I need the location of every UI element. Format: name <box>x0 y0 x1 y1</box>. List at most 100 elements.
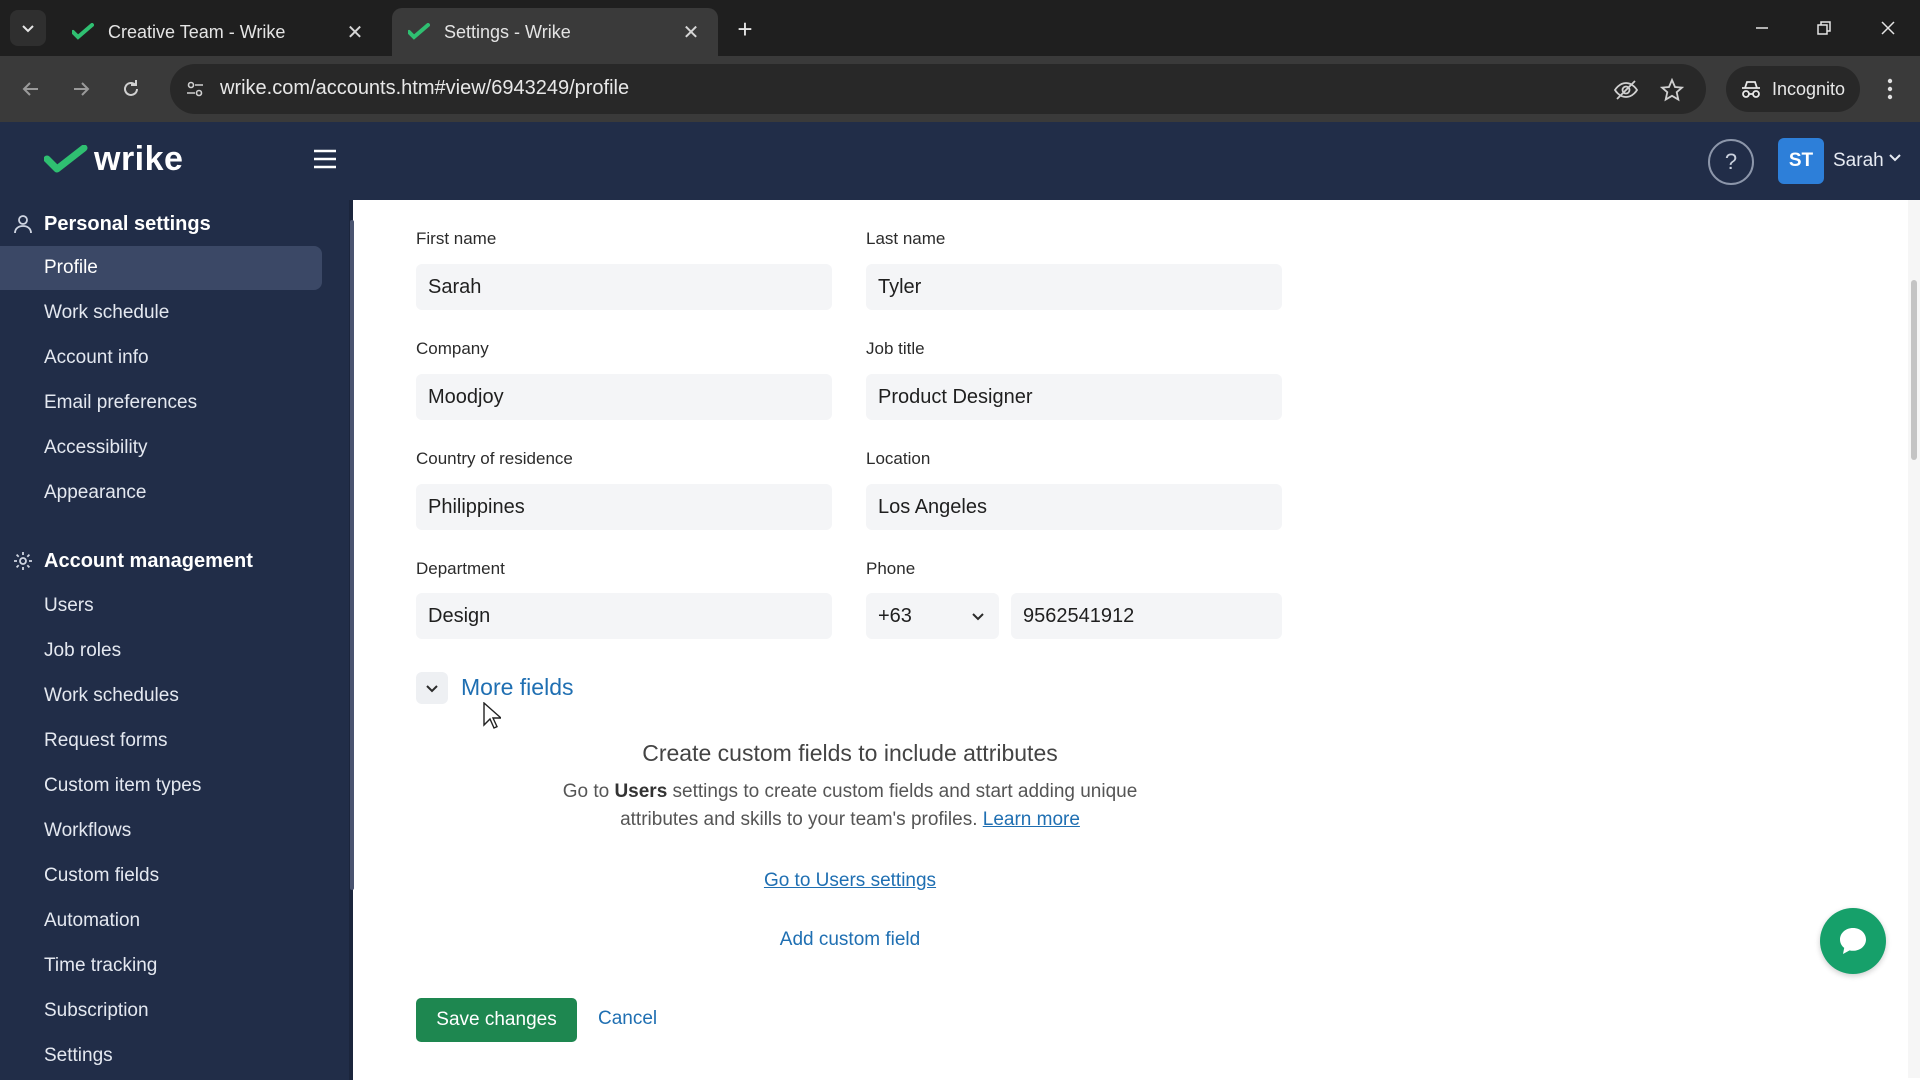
sidebar-item-subscription[interactable]: Subscription <box>0 989 322 1033</box>
wrike-favicon-icon <box>72 21 94 43</box>
sidebar-item-label: Request forms <box>44 730 168 751</box>
sidebar-item-work-schedules[interactable]: Work schedules <box>0 674 322 718</box>
sidebar-item-label: Custom item types <box>44 775 202 796</box>
chat-bubble-icon <box>1840 928 1866 954</box>
sidebar-item-accessibility[interactable]: Accessibility <box>0 426 322 470</box>
sidebar-item-label: Accessibility <box>44 437 148 458</box>
sidebar-item-users[interactable]: Users <box>0 584 322 628</box>
location-field[interactable]: Los Angeles <box>866 484 1282 530</box>
forward-button[interactable] <box>62 70 100 108</box>
sidebar-item-time-tracking[interactable]: Time tracking <box>0 944 322 988</box>
sidebar-item-job-roles[interactable]: Job roles <box>0 629 322 673</box>
chevron-down-icon[interactable] <box>1888 150 1902 169</box>
sidebar-item-work-schedule[interactable]: Work schedule <box>0 291 322 335</box>
section-title: Personal settings <box>44 212 211 235</box>
sidebar-item-label: Account info <box>44 347 149 368</box>
section-account-management: Account management <box>12 545 253 577</box>
minimize-window-button[interactable] <box>1740 10 1784 46</box>
department-label: Department <box>416 559 505 578</box>
department-field[interactable]: Design <box>416 593 832 639</box>
more-vertical-icon <box>1887 78 1893 100</box>
cancel-button[interactable]: Cancel <box>598 1008 657 1030</box>
wrike-favicon-icon <box>408 21 430 43</box>
sidebar-item-label: Work schedules <box>44 685 179 706</box>
save-changes-button[interactable]: Save changes <box>416 998 577 1042</box>
location-label: Location <box>866 449 931 468</box>
first-name-label: First name <box>416 229 497 248</box>
new-tab-button[interactable]: + <box>730 14 760 44</box>
phone-country-code-select[interactable]: +63 <box>866 593 999 639</box>
menu-toggle-button[interactable] <box>308 142 342 176</box>
browser-tab-bar: Creative Team - Wrike ✕ Settings - Wrike… <box>0 0 1920 56</box>
more-fields-link[interactable]: More fields <box>461 674 573 701</box>
main-scrollbar-thumb[interactable] <box>1911 280 1917 460</box>
sidebar-item-label: Subscription <box>44 1000 149 1021</box>
browser-toolbar: wrike.com/accounts.htm#view/6943249/prof… <box>0 56 1920 122</box>
country-field[interactable]: Philippines <box>416 484 832 530</box>
address-bar[interactable]: wrike.com/accounts.htm#view/6943249/prof… <box>170 64 1706 114</box>
sidebar-item-custom-item-types[interactable]: Custom item types <box>0 764 322 808</box>
incognito-indicator[interactable]: Incognito <box>1726 66 1860 112</box>
reload-button[interactable] <box>112 70 150 108</box>
browser-tab-settings[interactable]: Settings - Wrike ✕ <box>392 8 718 56</box>
tab-search-button[interactable] <box>10 10 46 46</box>
sidebar-item-settings[interactable]: Settings <box>0 1034 322 1078</box>
sidebar-item-label: Settings <box>44 1045 113 1066</box>
close-icon[interactable]: ✕ <box>342 19 368 45</box>
sidebar-item-label: Work schedule <box>44 302 170 323</box>
learn-more-link[interactable]: Learn more <box>983 809 1080 830</box>
wrike-logo[interactable]: wrike <box>44 140 183 179</box>
user-name[interactable]: Sarah <box>1833 150 1884 172</box>
browser-menu-button[interactable] <box>1874 70 1906 108</box>
phone-label: Phone <box>866 559 916 578</box>
desc-prefix: Go to <box>562 781 615 802</box>
star-icon[interactable] <box>1658 76 1686 104</box>
avatar[interactable]: ST <box>1778 138 1824 184</box>
close-window-button[interactable] <box>1866 10 1910 46</box>
add-custom-field-link[interactable]: Add custom field <box>660 929 1040 951</box>
company-field[interactable]: Moodjoy <box>416 374 832 420</box>
last-name-label: Last name <box>866 229 946 248</box>
section-title: Account management <box>44 549 253 572</box>
first-name-field[interactable]: Sarah <box>416 264 832 310</box>
chevron-down-icon <box>972 613 984 621</box>
hamburger-icon <box>314 149 336 169</box>
back-button[interactable] <box>12 70 50 108</box>
desc-users-bold: Users <box>614 781 668 802</box>
sidebar-item-label: Automation <box>44 910 141 931</box>
chevron-down-icon <box>426 685 438 693</box>
sidebar-item-account-info[interactable]: Account info <box>0 336 322 380</box>
browser-tab-creative-team[interactable]: Creative Team - Wrike ✕ <box>56 8 382 56</box>
company-label: Company <box>416 339 489 358</box>
tab-title: Creative Team - Wrike <box>108 21 286 42</box>
app-header: wrike ? ST Sarah <box>0 122 1920 200</box>
more-fields-toggle[interactable] <box>416 672 448 704</box>
close-icon <box>1881 21 1895 35</box>
last-name-field[interactable]: Tyler <box>866 264 1282 310</box>
sidebar-item-request-forms[interactable]: Request forms <box>0 719 322 763</box>
help-button[interactable]: ? <box>1708 139 1754 185</box>
go-to-users-settings-link[interactable]: Go to Users settings <box>660 870 1040 892</box>
eye-off-icon[interactable] <box>1612 76 1640 104</box>
job-title-label: Job title <box>866 339 925 358</box>
phone-number-field[interactable]: 9562541912 <box>1011 593 1282 639</box>
reload-icon <box>124 80 138 96</box>
custom-fields-title: Create custom fields to include attribut… <box>642 740 1058 766</box>
sidebar-item-email-preferences[interactable]: Email preferences <box>0 381 322 425</box>
sidebar-item-label: Appearance <box>44 482 147 503</box>
sidebar-scrollbar-thumb[interactable] <box>350 220 354 890</box>
sidebar-item-custom-fields[interactable]: Custom fields <box>0 854 322 898</box>
minimize-icon <box>1756 27 1768 29</box>
phone-code-value: +63 <box>878 604 912 627</box>
sidebar-item-workflows[interactable]: Workflows <box>0 809 322 853</box>
sidebar-item-profile[interactable]: Profile <box>0 246 322 290</box>
sidebar-item-label: Profile <box>44 257 98 278</box>
sidebar-item-automation[interactable]: Automation <box>0 899 322 943</box>
restore-window-button[interactable] <box>1802 10 1846 46</box>
job-title-field[interactable]: Product Designer <box>866 374 1282 420</box>
chat-button[interactable] <box>1820 908 1886 974</box>
site-info-icon[interactable] <box>182 76 208 102</box>
close-icon[interactable]: ✕ <box>678 19 704 45</box>
settings-sidebar: Personal settings Profile Work schedule … <box>0 200 354 1080</box>
sidebar-item-appearance[interactable]: Appearance <box>0 471 322 515</box>
